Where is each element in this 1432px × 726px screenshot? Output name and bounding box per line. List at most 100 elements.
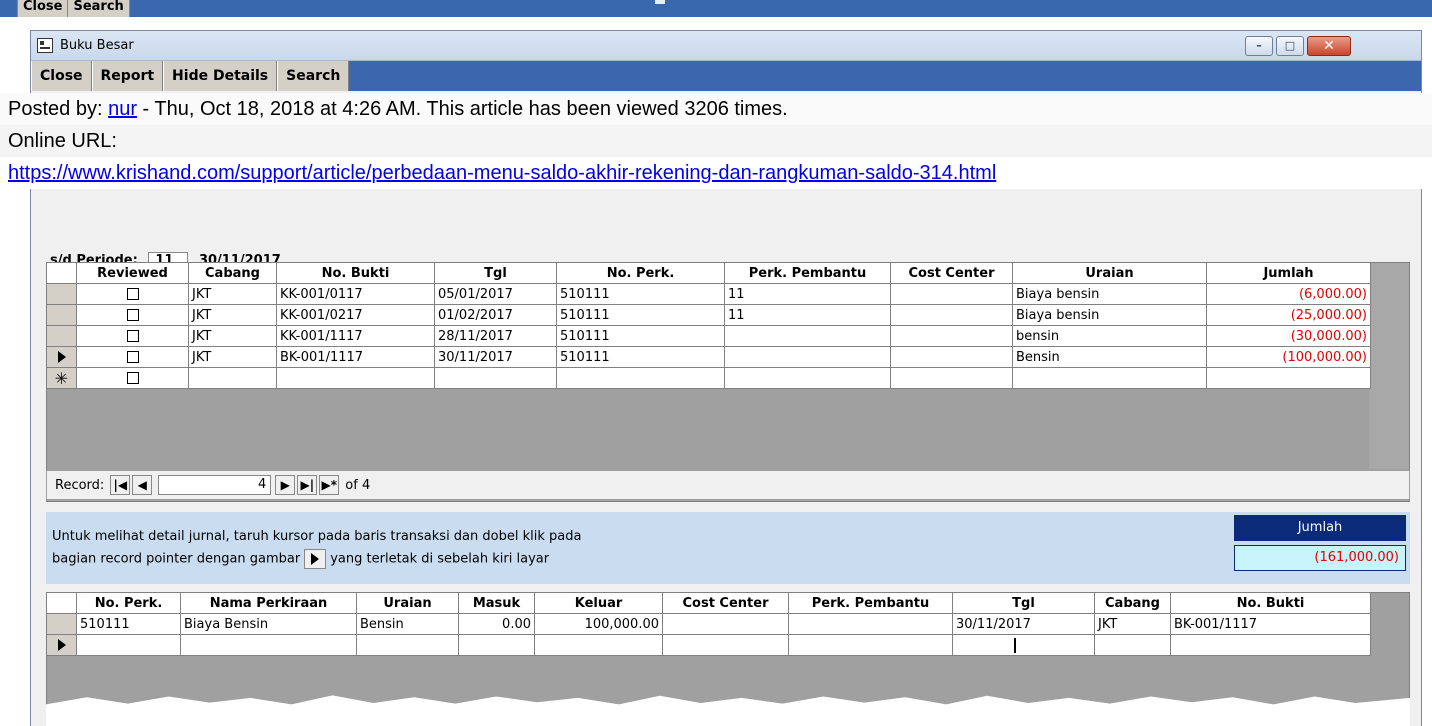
cell-cabang[interactable]: JKT [188, 283, 277, 305]
col-nama-perkiraan[interactable]: Nama Perkiraan [180, 592, 357, 614]
cell-no-bukti[interactable]: KK-001/0117 [276, 283, 435, 305]
cell-perk-pembantu[interactable] [724, 346, 891, 368]
cell-cost-center[interactable] [662, 613, 789, 635]
cell-uraian[interactable]: bensin [1012, 325, 1207, 347]
reviewed-cell[interactable] [76, 283, 189, 305]
window-close-button[interactable]: ✕ [1307, 36, 1351, 56]
empty-cell[interactable] [180, 634, 357, 656]
table-row[interactable]: JKT KK-001/0117 05/01/2017 510111 11 Bia… [46, 283, 1371, 305]
cell-cabang[interactable]: JKT [188, 304, 277, 326]
reviewed-checkbox[interactable] [126, 351, 139, 363]
empty-cell[interactable] [788, 634, 953, 656]
empty-cell[interactable] [1170, 634, 1371, 656]
reviewed-checkbox[interactable] [126, 330, 139, 342]
minimize-button[interactable]: – [1245, 36, 1273, 56]
record-number-input[interactable]: 4 [158, 475, 272, 495]
empty-cell[interactable] [276, 367, 435, 389]
empty-cell[interactable] [434, 367, 557, 389]
cell-no-perk[interactable]: 510111 [556, 325, 725, 347]
empty-cell[interactable] [662, 634, 789, 656]
col-masuk[interactable]: Masuk [458, 592, 535, 614]
maximize-button[interactable]: □ [1276, 36, 1304, 56]
col-uraian[interactable]: Uraian [1012, 262, 1207, 284]
cell-uraian[interactable]: Biaya bensin [1012, 283, 1207, 305]
new-record-nav-icon[interactable]: ▶* [319, 475, 340, 495]
reviewed-checkbox[interactable] [126, 288, 139, 300]
new-record-icon[interactable]: ✳ [46, 367, 77, 389]
empty-cell[interactable] [1206, 367, 1371, 389]
close-button[interactable]: Close [31, 61, 92, 91]
reviewed-checkbox[interactable] [126, 309, 139, 321]
row-selector[interactable] [46, 283, 77, 305]
cell-no-perk[interactable]: 510111 [556, 304, 725, 326]
table-row[interactable]: JKT KK-001/1117 28/11/2017 510111 bensin… [46, 325, 1371, 347]
cell-tgl[interactable]: 28/11/2017 [434, 325, 557, 347]
empty-cell[interactable] [188, 367, 277, 389]
article-url-link[interactable]: https://www.krishand.com/support/article… [8, 162, 996, 184]
row-selector[interactable] [46, 634, 77, 656]
col-cost-center[interactable]: Cost Center [890, 262, 1013, 284]
background-close-button[interactable]: Close [18, 0, 69, 17]
col-no-bukti[interactable]: No. Bukti [276, 262, 435, 284]
cell-cabang[interactable]: JKT [188, 325, 277, 347]
cell-perk-pembantu[interactable]: 11 [724, 283, 891, 305]
empty-cell[interactable] [458, 634, 535, 656]
cell-cost-center[interactable] [890, 325, 1013, 347]
col-no-bukti[interactable]: No. Bukti [1170, 592, 1371, 614]
author-link[interactable]: nur [108, 98, 137, 120]
cell-no-perk[interactable]: 510111 [556, 283, 725, 305]
cell-perk-pembantu[interactable] [788, 613, 953, 635]
reviewed-cell[interactable] [76, 325, 189, 347]
row-selector[interactable] [46, 613, 77, 635]
reviewed-cell[interactable] [76, 304, 189, 326]
empty-cell[interactable] [556, 367, 725, 389]
cell-masuk[interactable]: 0.00 [458, 613, 535, 635]
col-uraian[interactable]: Uraian [356, 592, 459, 614]
cell-perk-pembantu[interactable] [724, 325, 891, 347]
table-row[interactable]: JKT KK-001/0217 01/02/2017 510111 11 Bia… [46, 304, 1371, 326]
reviewed-checkbox[interactable] [126, 372, 139, 384]
col-cabang[interactable]: Cabang [188, 262, 277, 284]
empty-cell[interactable] [1094, 634, 1171, 656]
cell-tgl[interactable]: 30/11/2017 [952, 613, 1095, 635]
cell-cost-center[interactable] [890, 283, 1013, 305]
cell-uraian[interactable]: Bensin [1012, 346, 1207, 368]
col-keluar[interactable]: Keluar [534, 592, 663, 614]
cell-no-bukti[interactable]: KK-001/0217 [276, 304, 435, 326]
cell-uraian[interactable]: Biaya bensin [1012, 304, 1207, 326]
cell-tgl[interactable]: 05/01/2017 [434, 283, 557, 305]
cell-tgl[interactable]: 01/02/2017 [434, 304, 557, 326]
col-cost-center[interactable]: Cost Center [662, 592, 789, 614]
cell-perk-pembantu[interactable]: 11 [724, 304, 891, 326]
cell-cabang[interactable]: JKT [188, 346, 277, 368]
empty-cell[interactable] [76, 634, 181, 656]
cell-no-perk[interactable]: 510111 [76, 613, 181, 635]
hide-details-button[interactable]: Hide Details [163, 61, 278, 91]
col-cabang[interactable]: Cabang [1094, 592, 1171, 614]
title-bar[interactable]: Buku Besar – □ ✕ [31, 31, 1421, 61]
cell-no-perk[interactable]: 510111 [556, 346, 725, 368]
periode-month-select[interactable]: 11 [148, 252, 189, 262]
empty-cell[interactable] [1012, 367, 1207, 389]
empty-cell[interactable] [534, 634, 663, 656]
cell-keluar[interactable]: 100,000.00 [534, 613, 663, 635]
cell-jumlah[interactable]: (100,000.00) [1206, 346, 1371, 368]
last-record-icon[interactable]: ▶| [297, 475, 318, 495]
col-jumlah[interactable]: Jumlah [1206, 262, 1371, 284]
cell-jumlah[interactable]: (6,000.00) [1206, 283, 1371, 305]
row-selector[interactable] [46, 346, 77, 368]
cell-jumlah[interactable]: (30,000.00) [1206, 325, 1371, 347]
cell-uraian[interactable]: Bensin [356, 613, 459, 635]
empty-cell[interactable] [890, 367, 1013, 389]
previous-record-icon[interactable]: ◀ [132, 475, 153, 495]
col-tgl[interactable]: Tgl [434, 262, 557, 284]
empty-cell[interactable] [724, 367, 891, 389]
cell-no-bukti[interactable]: KK-001/1117 [276, 325, 435, 347]
search-button[interactable]: Search [277, 61, 350, 91]
table-row[interactable]: JKT BK-001/1117 30/11/2017 510111 Bensin… [46, 346, 1371, 368]
cell-cost-center[interactable] [890, 304, 1013, 326]
col-no-perk[interactable]: No. Perk. [76, 592, 181, 614]
cell-no-bukti[interactable]: BK-001/1117 [276, 346, 435, 368]
cell-tgl[interactable]: 30/11/2017 [434, 346, 557, 368]
col-perk-pembantu[interactable]: Perk. Pembantu [788, 592, 953, 614]
